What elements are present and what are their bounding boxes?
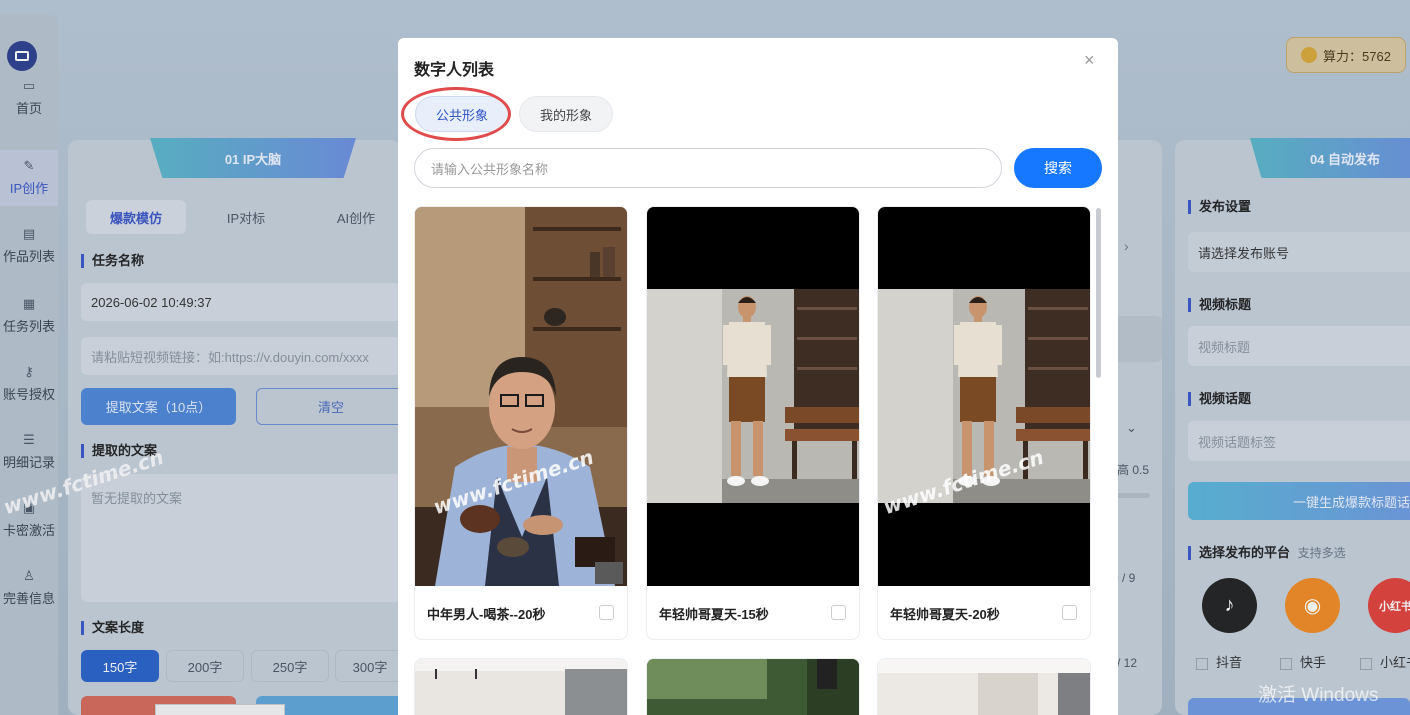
avatar-card[interactable]	[646, 658, 860, 715]
avatar-card-name: 年轻帅哥夏天-20秒	[890, 607, 1000, 622]
avatar-card[interactable]: 年轻帅哥夏天-15秒	[646, 206, 860, 640]
windows-activation-watermark: 激活 Windows	[1258, 685, 1379, 706]
avatar-thumbnail-young-man-20s	[878, 207, 1090, 586]
avatar-card[interactable]: 年轻帅哥夏天-20秒	[877, 206, 1091, 640]
close-icon[interactable]: ×	[1084, 50, 1095, 71]
avatar-card-name: 年轻帅哥夏天-15秒	[659, 607, 769, 622]
avatar-thumbnail-outdoor	[647, 659, 859, 715]
modal-title: 数字人列表	[414, 62, 495, 79]
avatar-card[interactable]: 中年男人-喝茶--20秒	[414, 206, 628, 640]
avatar-card-checkbox[interactable]	[1062, 605, 1077, 620]
avatar-thumbnail-office	[878, 659, 1090, 715]
highlight-annotation	[401, 87, 511, 141]
avatar-thumbnail-room	[415, 659, 627, 715]
avatar-card-name: 中年男人-喝茶--20秒	[427, 607, 546, 622]
avatar-thumbnail-tea-man	[415, 207, 627, 586]
digital-human-modal: 数字人列表 × 公共形象 我的形象 请输入公共形象名称 搜索 中年男人-喝茶--…	[398, 38, 1118, 715]
avatar-thumbnail-young-man-15s	[647, 207, 859, 586]
avatar-search-input[interactable]: 请输入公共形象名称	[414, 148, 1002, 188]
search-button[interactable]: 搜索	[1014, 148, 1102, 188]
modal-scrollbar[interactable]	[1096, 208, 1101, 378]
tab-my-avatar[interactable]: 我的形象	[519, 96, 613, 132]
avatar-card[interactable]	[414, 658, 628, 715]
avatar-card-checkbox[interactable]	[599, 605, 614, 620]
avatar-card-checkbox[interactable]	[831, 605, 846, 620]
avatar-card[interactable]	[877, 658, 1091, 715]
